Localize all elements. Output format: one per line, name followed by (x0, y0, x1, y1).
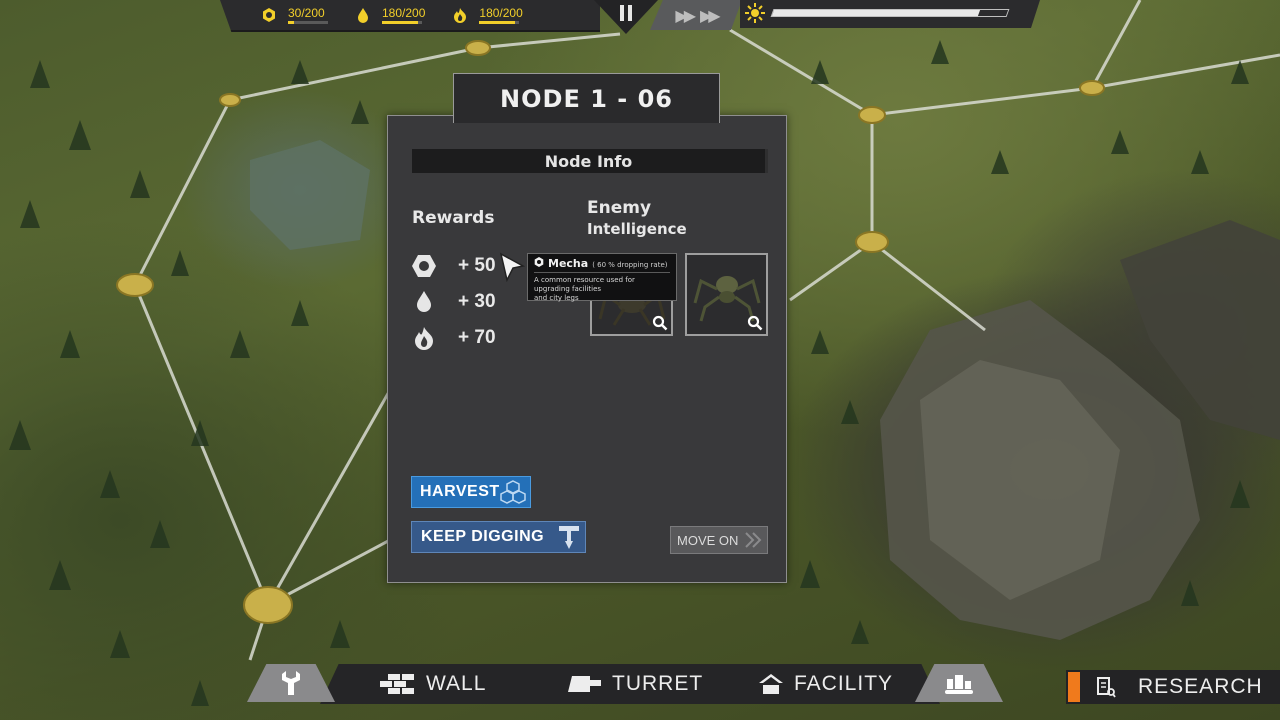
tooltip-name: Mecha (548, 257, 589, 270)
research-accent (1068, 672, 1080, 702)
tooltip-description-line1: A common resource used for upgrading fac… (534, 276, 635, 293)
move-on-label: MOVE ON (677, 532, 739, 548)
build-turret-label: TURRET (612, 672, 704, 695)
wrench-icon (282, 671, 300, 695)
harvest-label: HARVEST (420, 483, 500, 500)
build-facility-button[interactable]: FACILITY (758, 670, 893, 698)
facility-icon (759, 674, 783, 694)
resource-fire: 180/200 (451, 6, 523, 24)
harvest-button[interactable]: HARVEST (411, 476, 531, 508)
resource-water-gauge (382, 21, 422, 24)
sun-icon (744, 2, 766, 24)
enemy-card-2[interactable] (685, 253, 768, 336)
research-label: RESEARCH (1138, 675, 1263, 698)
reward-fire: + 70 (410, 324, 496, 352)
move-on-button[interactable]: MOVE ON (670, 526, 768, 554)
node-panel: Node Info Rewards + 50 + 30 + 70 Enemy I… (387, 115, 787, 583)
resource-water: 180/200 (354, 6, 425, 24)
build-wall-button[interactable]: WALL (378, 670, 486, 698)
resource-mecha-count: 30/200 (288, 6, 325, 20)
resource-tooltip: Mecha ( 60 % dropping rate) A common res… (527, 253, 677, 303)
resource-fire-gauge (479, 21, 520, 24)
resource-mecha: 30/200 (260, 6, 328, 24)
faster-forward-icon[interactable]: ▶▶ (700, 6, 721, 25)
water-drop-icon (410, 288, 438, 316)
build-turret-button[interactable]: TURRET (566, 670, 703, 698)
reward-mecha-value: + 50 (458, 255, 496, 276)
magnify-icon (747, 315, 763, 331)
enemy-title-line2: Intelligence (587, 220, 687, 238)
research-icon (1097, 677, 1116, 698)
mecha-icon (260, 6, 278, 24)
chevrons-right-icon (745, 532, 762, 548)
reward-water: + 30 (410, 288, 496, 316)
tooltip-description-line2: and city legs (534, 294, 579, 302)
reward-water-value: + 30 (458, 291, 496, 312)
enemy-intelligence-title: Enemy Intelligence (587, 198, 707, 240)
node-info-header: Node Info (412, 149, 768, 173)
research-button[interactable]: RESEARCH (1066, 670, 1280, 704)
water-drop-icon (354, 6, 372, 24)
fast-forward-icon[interactable]: ▶▶ (675, 6, 696, 25)
turret-icon (568, 676, 601, 692)
day-progress-track (770, 9, 1010, 17)
city-icon (945, 675, 973, 694)
pause-button[interactable] (614, 2, 638, 24)
speed-controls: ▶▶ ▶▶ (650, 0, 742, 30)
fire-icon (410, 324, 438, 352)
keep-digging-label: KEEP DIGGING (421, 528, 545, 545)
reward-mecha: + 50 (410, 252, 496, 280)
node-title: NODE 1 - 06 (453, 73, 720, 123)
keep-digging-button[interactable]: KEEP DIGGING (411, 521, 586, 553)
enemy-title-line1: Enemy (587, 198, 652, 218)
mouse-cursor-icon (499, 252, 525, 282)
resource-mecha-gauge (288, 21, 328, 24)
resource-bar: 30/200 180/200 180/200 (220, 0, 600, 32)
tooltip-divider (534, 272, 670, 273)
cubes-icon (500, 480, 526, 504)
tooltip-drop-rate: ( 60 % dropping rate) (592, 261, 668, 269)
wall-icon (380, 674, 414, 694)
fire-icon (451, 6, 469, 24)
mecha-icon (534, 257, 544, 267)
tooltip-description: A common resource used for upgrading fac… (534, 276, 670, 303)
build-wall-label: WALL (426, 672, 487, 695)
resource-fire-count: 180/200 (479, 6, 523, 20)
reward-fire-value: + 70 (458, 327, 496, 348)
resource-water-count: 180/200 (382, 6, 426, 20)
build-facility-label: FACILITY (794, 672, 894, 695)
rewards-title: Rewards (412, 208, 495, 228)
magnify-icon (652, 315, 668, 331)
drill-icon (559, 526, 579, 549)
mecha-icon (410, 252, 438, 280)
